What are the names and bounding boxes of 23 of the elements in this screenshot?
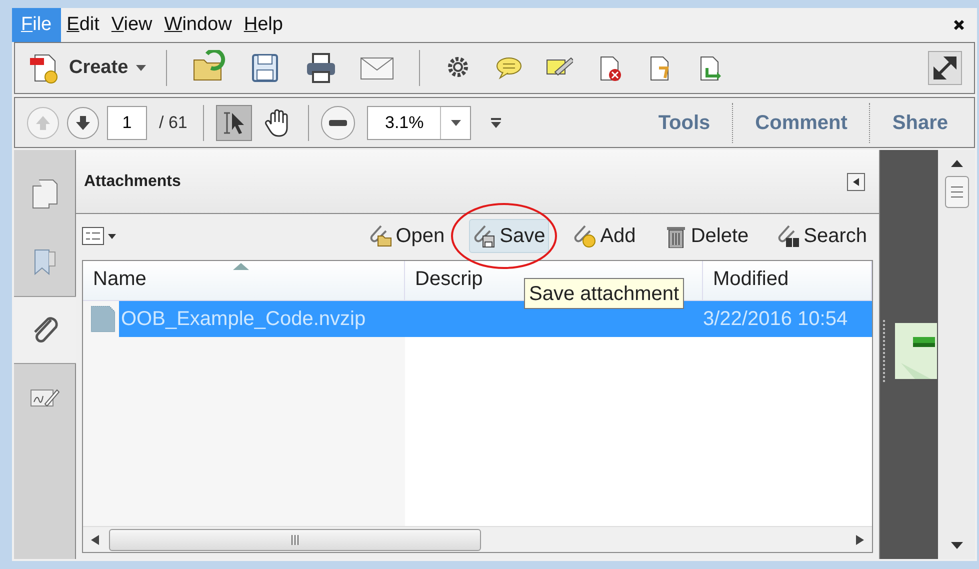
- table-cell-text: OOB_Example_Code.nvzip: [120, 307, 367, 332]
- toolbar-button[interactable]: Search: [772, 219, 871, 253]
- menu-item[interactable]: Window: [158, 8, 238, 42]
- page-count: / 61: [159, 112, 188, 134]
- create-button[interactable]: Create: [27, 51, 146, 85]
- zoom-combo-box[interactable]: 3.1%: [367, 106, 472, 140]
- column-header[interactable]: Name: [93, 264, 146, 294]
- menu-item[interactable]: View: [105, 8, 158, 42]
- pane-tab[interactable]: Comment: [741, 108, 862, 138]
- pane-tab[interactable]: Share: [878, 108, 962, 138]
- menu-item[interactable]: Edit: [60, 8, 106, 42]
- column-header[interactable]: Modified: [713, 264, 789, 294]
- panel-title: Attachments: [84, 172, 181, 192]
- tooltip: Save attachment: [524, 278, 684, 309]
- toolbar-button[interactable]: Save: [468, 219, 550, 253]
- menu-item[interactable]: Help: [238, 8, 289, 42]
- toolbar-button[interactable]: Open: [364, 219, 449, 253]
- toolbar-button[interactable]: Add: [569, 219, 640, 253]
- pane-tab[interactable]: Tools: [644, 108, 724, 138]
- table-cell-text: 3/22/2016 10:54: [703, 307, 848, 332]
- toolbar-button[interactable]: Delete: [660, 219, 753, 253]
- page-number-field[interactable]: 1: [107, 106, 147, 140]
- column-header[interactable]: Descrip: [415, 264, 483, 294]
